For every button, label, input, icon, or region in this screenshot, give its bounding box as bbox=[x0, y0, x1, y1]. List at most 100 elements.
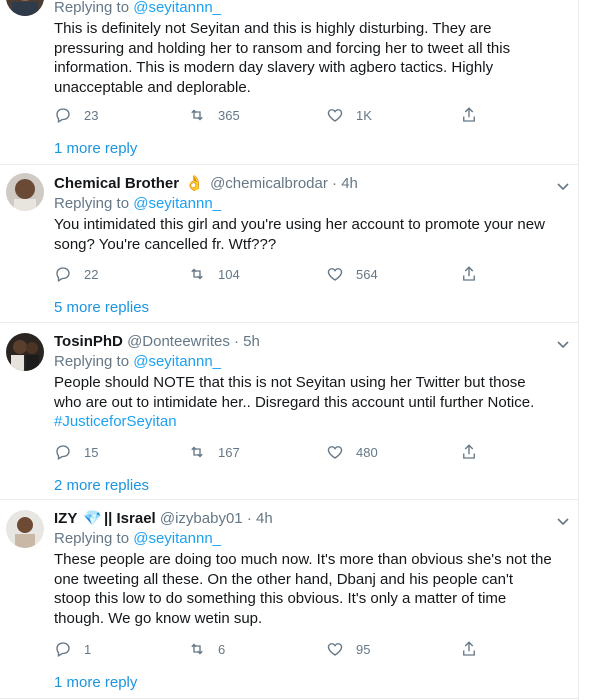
mention-link[interactable]: @seyitannn_ bbox=[133, 530, 221, 547]
replying-label: Replying to bbox=[54, 195, 130, 212]
retweet-button[interactable]: 365 bbox=[188, 106, 240, 124]
timestamp[interactable]: · 4h bbox=[332, 175, 358, 192]
chevron-down-icon bbox=[557, 183, 569, 191]
tweet-body: People should NOTE that this is not Seyi… bbox=[54, 374, 535, 411]
tweet-text: You intimidated this girl and you're usi… bbox=[54, 216, 545, 253]
username[interactable]: @Donteewrites bbox=[127, 333, 230, 350]
tweet-text: People should NOTE that this is not Seyi… bbox=[54, 373, 552, 432]
mention-link[interactable]: @seyitannn_ bbox=[133, 353, 221, 370]
chevron-down-icon bbox=[557, 518, 569, 526]
reply-icon bbox=[56, 642, 70, 657]
share-icon bbox=[463, 107, 475, 122]
replying-to: Replying to @seyitannn_ bbox=[54, 194, 552, 214]
retweet-count: 6 bbox=[218, 641, 226, 657]
retweet-icon bbox=[191, 268, 203, 280]
retweet-button[interactable]: 104 bbox=[188, 265, 240, 283]
display-name[interactable]: Chemical Brother bbox=[54, 175, 179, 192]
tweet-actions: 1 6 95 bbox=[54, 640, 514, 660]
heart-icon bbox=[327, 446, 343, 459]
reply-icon bbox=[56, 267, 70, 282]
reply-thread: Replying to @seyitannn_ This is definite… bbox=[0, 0, 579, 700]
tweet-actions: 23 365 1K bbox=[54, 106, 514, 126]
display-name[interactable]: IZY 💎 || Israel bbox=[54, 510, 156, 527]
retweet-button[interactable]: 167 bbox=[188, 443, 240, 461]
hashtag-link[interactable]: #JusticeforSeyitan bbox=[54, 412, 552, 432]
replying-to: Replying to @seyitannn_ bbox=[54, 0, 552, 18]
like-count: 564 bbox=[356, 266, 378, 282]
tweet-2[interactable]: Chemical Brother 👌 @chemicalbrodar · 4h … bbox=[0, 165, 578, 323]
timestamp[interactable]: · 4h bbox=[247, 510, 273, 527]
display-name-text: IZY bbox=[54, 510, 78, 527]
reply-button[interactable]: 15 bbox=[54, 443, 98, 461]
gem-emoji: 💎 bbox=[83, 510, 102, 527]
like-count: 1K bbox=[356, 107, 372, 123]
reply-count: 23 bbox=[84, 107, 99, 123]
share-button[interactable] bbox=[460, 640, 490, 658]
retweet-icon bbox=[191, 643, 203, 655]
replying-to: Replying to @seyitannn_ bbox=[54, 529, 552, 549]
share-button[interactable] bbox=[460, 443, 490, 461]
tweet-header: TosinPhD @Donteewrites · 5h bbox=[54, 332, 552, 352]
tweet-text: These people are doing too much now. It'… bbox=[54, 551, 552, 627]
retweet-count: 104 bbox=[218, 266, 240, 282]
replying-label: Replying to bbox=[54, 353, 130, 370]
avatar[interactable] bbox=[6, 0, 44, 16]
show-more-replies[interactable]: 1 more reply bbox=[54, 140, 137, 157]
heart-icon bbox=[327, 109, 343, 122]
share-button[interactable] bbox=[460, 265, 490, 283]
mention-link[interactable]: @seyitannn_ bbox=[133, 0, 221, 16]
more-options-button[interactable] bbox=[556, 337, 570, 351]
show-more-replies[interactable]: 2 more replies bbox=[54, 477, 149, 494]
retweet-icon bbox=[191, 446, 203, 458]
share-icon bbox=[463, 444, 475, 459]
reply-button[interactable]: 23 bbox=[54, 106, 98, 124]
like-button[interactable]: 95 bbox=[326, 640, 370, 658]
reply-button[interactable]: 1 bbox=[54, 640, 91, 658]
heart-icon bbox=[327, 643, 343, 656]
avatar[interactable] bbox=[6, 173, 44, 211]
reply-button[interactable]: 22 bbox=[54, 265, 98, 283]
tweet-header: Chemical Brother 👌 @chemicalbrodar · 4h bbox=[54, 174, 552, 194]
retweet-count: 365 bbox=[218, 107, 240, 123]
retweet-icon bbox=[191, 109, 203, 121]
replying-label: Replying to bbox=[54, 0, 130, 16]
show-more-replies[interactable]: 1 more reply bbox=[54, 674, 137, 691]
tweet-text: This is definitely not Seyitan and this … bbox=[54, 20, 511, 96]
display-name[interactable]: TosinPhD bbox=[54, 333, 123, 350]
username[interactable]: @chemicalbrodar bbox=[210, 175, 328, 192]
chevron-down-icon bbox=[557, 341, 569, 349]
mention-link[interactable]: @seyitannn_ bbox=[133, 195, 221, 212]
reply-count: 22 bbox=[84, 266, 99, 282]
share-icon bbox=[463, 266, 475, 281]
tweet-header: IZY 💎 || Israel @izybaby01 · 4h bbox=[54, 509, 552, 529]
replying-label: Replying to bbox=[54, 530, 130, 547]
reply-count: 1 bbox=[84, 641, 92, 657]
reply-icon bbox=[56, 445, 70, 460]
heart-icon bbox=[327, 268, 343, 281]
share-button[interactable] bbox=[460, 106, 490, 124]
like-count: 480 bbox=[356, 444, 378, 460]
replying-to: Replying to @seyitannn_ bbox=[54, 352, 552, 372]
reply-icon bbox=[56, 108, 70, 123]
retweet-button[interactable]: 6 bbox=[188, 640, 225, 658]
more-options-button[interactable] bbox=[556, 514, 570, 528]
avatar[interactable] bbox=[6, 333, 44, 371]
tweet-actions: 22 104 564 bbox=[54, 265, 514, 285]
like-button[interactable]: 1K bbox=[326, 106, 372, 124]
tweet-actions: 15 167 480 bbox=[54, 443, 514, 463]
like-button[interactable]: 564 bbox=[326, 265, 378, 283]
tweet-1[interactable]: Replying to @seyitannn_ This is definite… bbox=[0, 0, 578, 166]
avatar[interactable] bbox=[6, 510, 44, 548]
show-more-replies[interactable]: 5 more replies bbox=[54, 299, 149, 316]
display-name-suffix: || Israel bbox=[103, 510, 156, 527]
username[interactable]: @izybaby01 bbox=[160, 510, 243, 527]
divider bbox=[0, 698, 578, 699]
tweet-3[interactable]: TosinPhD @Donteewrites · 5h Replying to … bbox=[0, 323, 578, 500]
timestamp[interactable]: · 5h bbox=[234, 333, 260, 350]
share-icon bbox=[463, 641, 475, 656]
more-options-button[interactable] bbox=[556, 179, 570, 193]
like-button[interactable]: 480 bbox=[326, 443, 378, 461]
like-count: 95 bbox=[356, 641, 371, 657]
ok-hand-emoji: 👌 bbox=[185, 175, 204, 192]
tweet-4[interactable]: IZY 💎 || Israel @izybaby01 · 4h Replying … bbox=[0, 500, 578, 700]
